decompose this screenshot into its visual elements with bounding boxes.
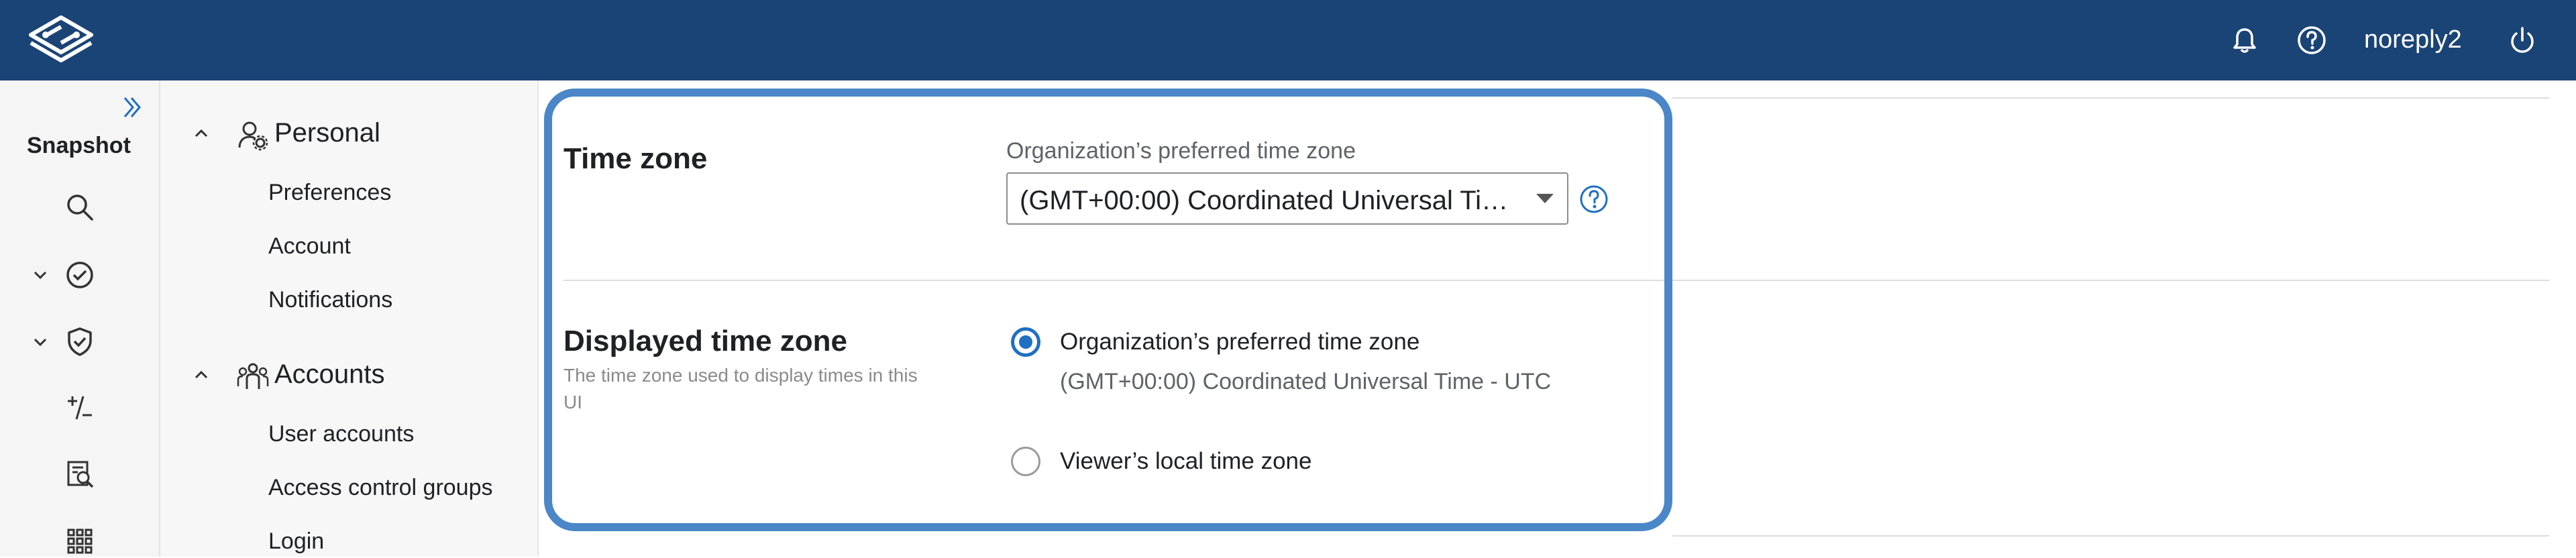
bell-icon[interactable]: [2229, 24, 2261, 56]
settings-nav: Personal Preferences Account Notificatio…: [160, 80, 539, 557]
highlight-box: [544, 89, 1672, 531]
grid-icon[interactable]: [63, 524, 97, 558]
top-bar: noreply2: [0, 0, 2576, 80]
power-icon[interactable]: [2506, 24, 2538, 56]
nav-item-account[interactable]: Account: [268, 233, 351, 260]
chevron-down-icon[interactable]: [30, 331, 51, 353]
username[interactable]: noreply2: [2364, 25, 2462, 54]
help-icon[interactable]: [2296, 24, 2328, 56]
nav-item-access-control-groups[interactable]: Access control groups: [268, 475, 493, 501]
nav-group-accounts[interactable]: Accounts: [274, 359, 385, 390]
document-search-icon[interactable]: [63, 457, 97, 491]
users-icon: [237, 363, 269, 389]
chevron-up-icon[interactable]: [190, 122, 213, 145]
divider: [1672, 535, 2549, 537]
divider: [1672, 97, 2549, 99]
nav-item-preferences[interactable]: Preferences: [268, 180, 391, 206]
nav-item-notifications[interactable]: Notifications: [268, 287, 392, 313]
chevron-down-icon[interactable]: [30, 264, 51, 286]
plus-minus-icon[interactable]: [63, 391, 97, 425]
double-chevron-right-icon[interactable]: [118, 93, 148, 122]
user-gear-icon: [238, 121, 268, 151]
nav-group-personal[interactable]: Personal: [274, 118, 380, 148]
nav-item-user-accounts[interactable]: User accounts: [268, 421, 414, 447]
shield-check-icon[interactable]: [63, 325, 97, 358]
left-rail: Snapshot: [0, 80, 160, 557]
logo-icon[interactable]: [24, 12, 98, 68]
nav-item-login[interactable]: Login: [268, 528, 324, 555]
check-circle-icon[interactable]: [63, 258, 97, 292]
rail-title: Snapshot: [27, 133, 131, 158]
search-icon[interactable]: [63, 190, 97, 224]
chevron-up-icon[interactable]: [190, 364, 213, 386]
